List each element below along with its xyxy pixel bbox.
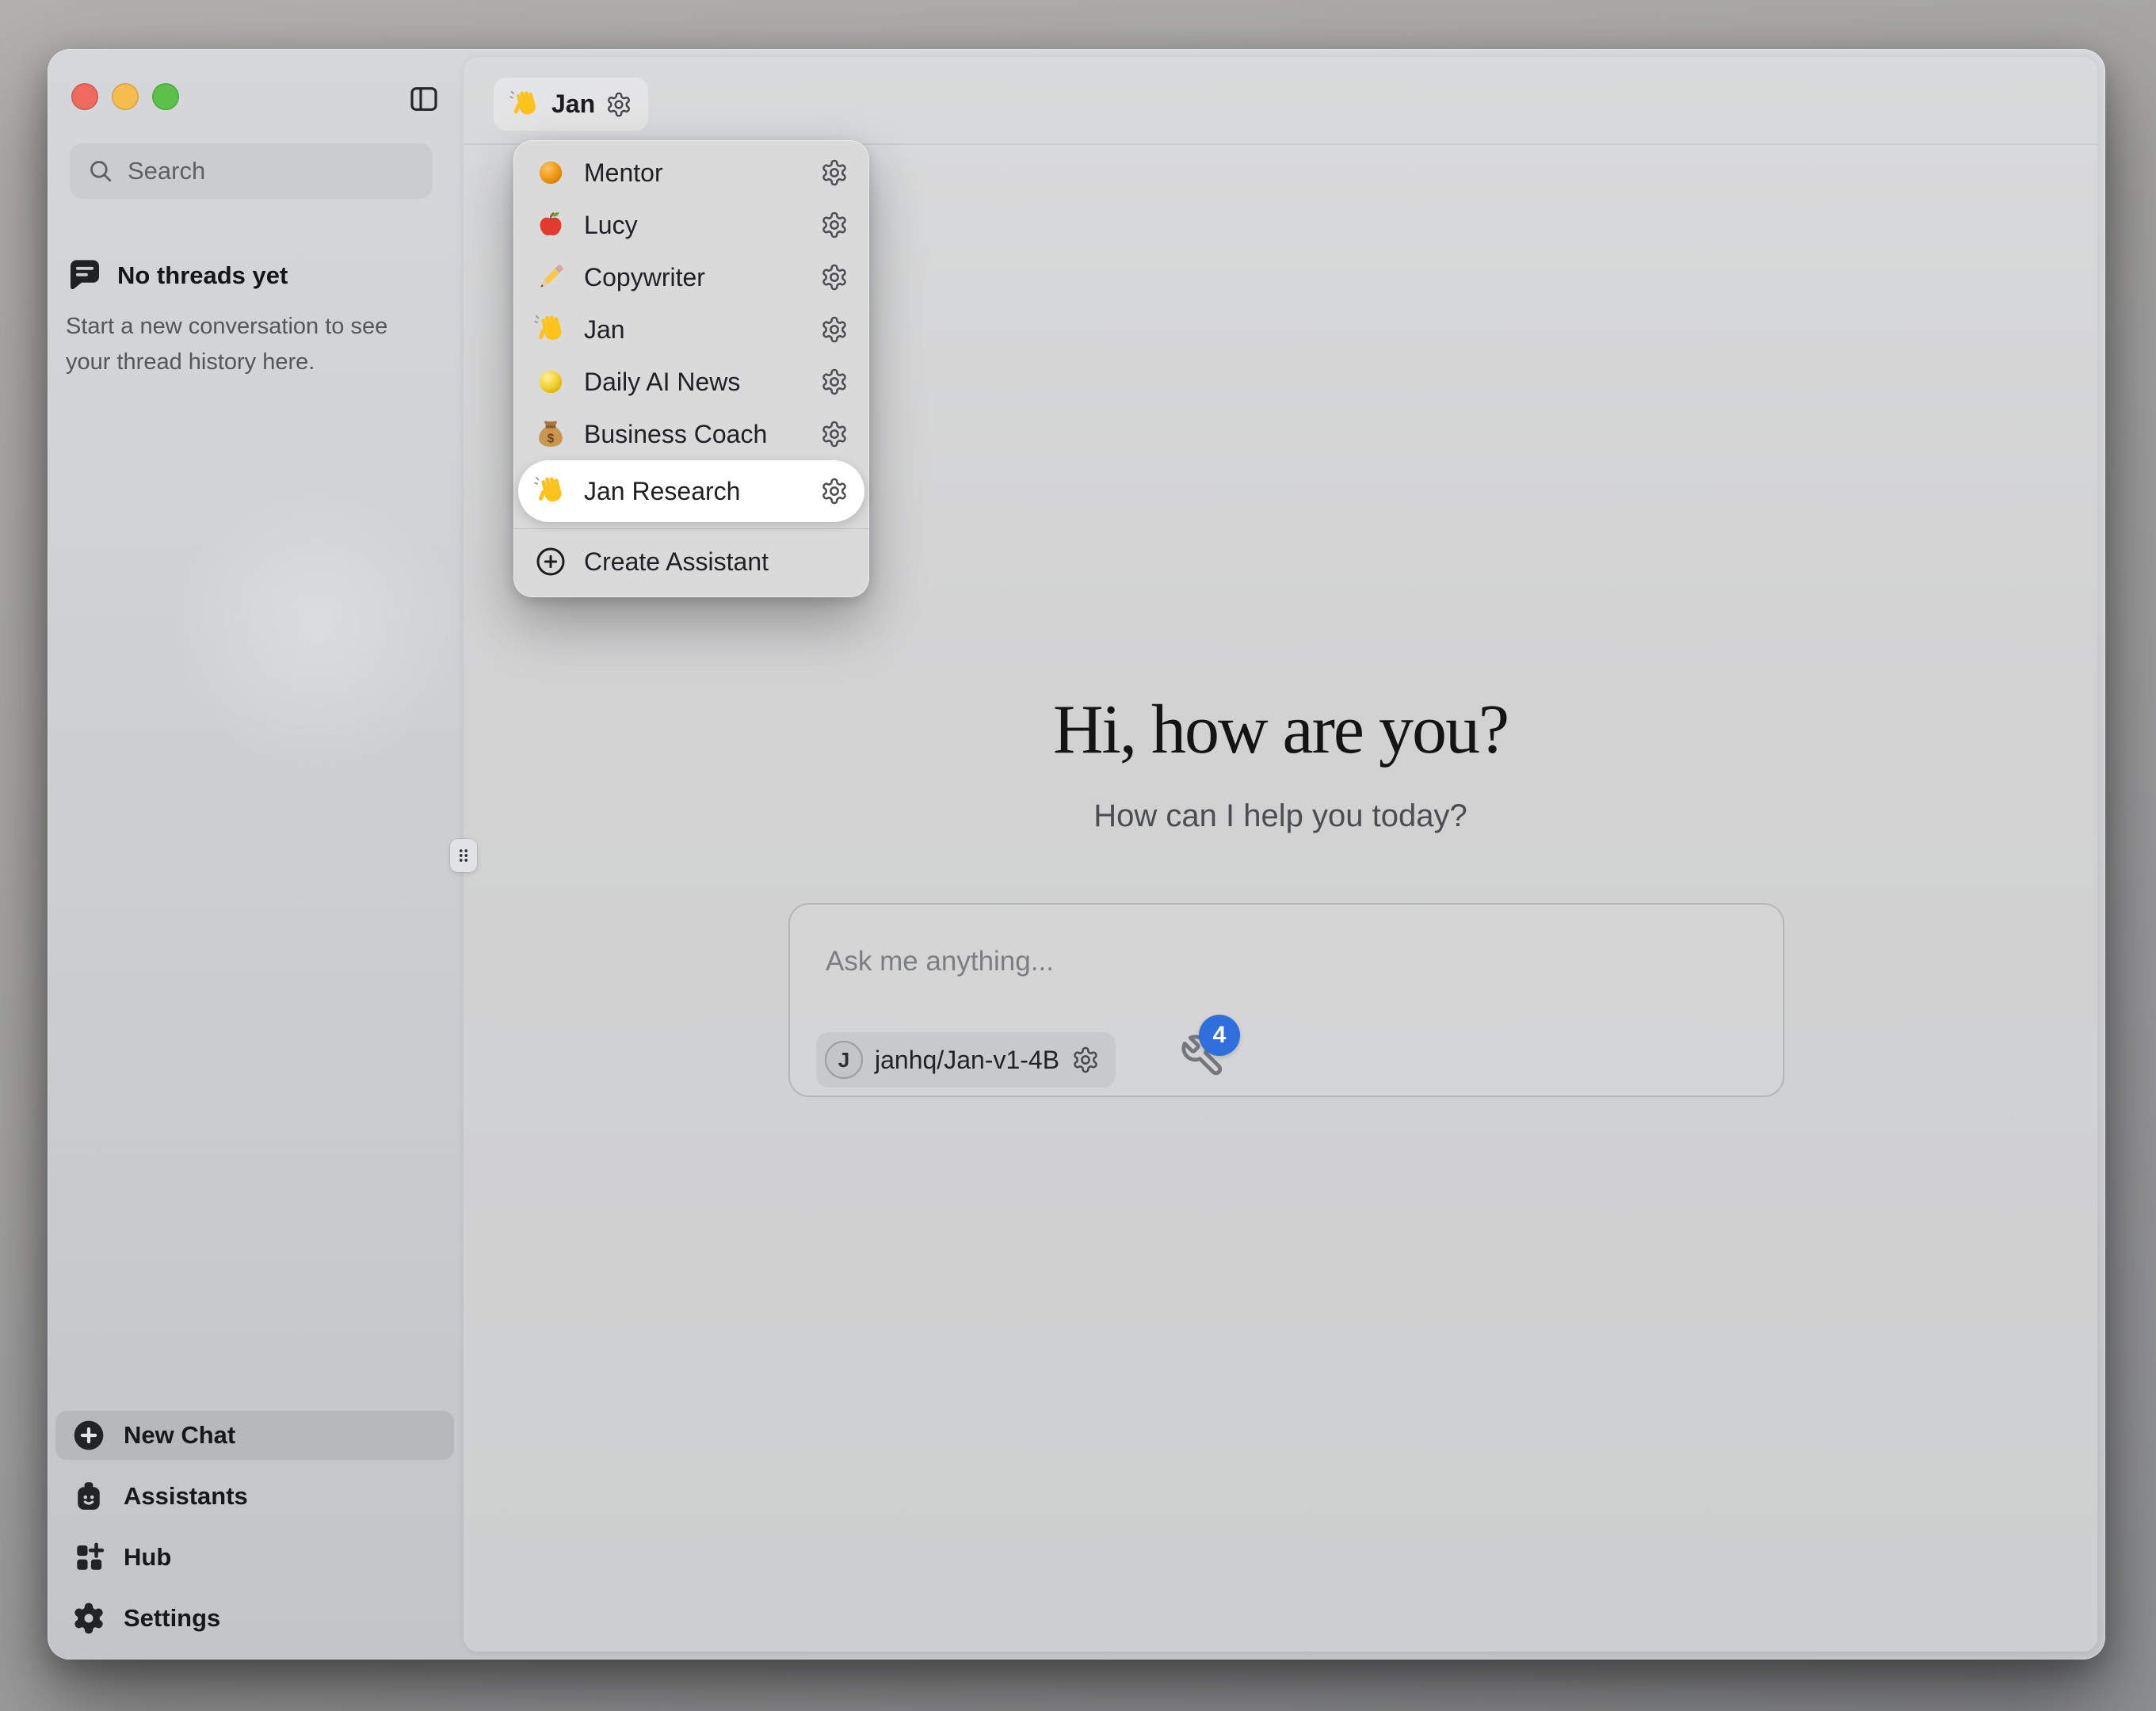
- red-apple-icon: [534, 208, 567, 242]
- pencil-icon: [534, 261, 567, 294]
- composer-placeholder: Ask me anything...: [826, 946, 1054, 977]
- gear-icon[interactable]: [820, 477, 849, 505]
- gear-icon[interactable]: [820, 263, 849, 292]
- threads-empty-state: No threads yet Start a new conversation …: [66, 257, 438, 380]
- gear-icon[interactable]: [820, 315, 849, 344]
- tools-count-badge: 4: [1199, 1015, 1240, 1056]
- assistant-selector-label: Jan: [551, 90, 595, 119]
- sidebar-item-hub[interactable]: Hub: [55, 1533, 454, 1582]
- nav-label: Settings: [124, 1604, 220, 1633]
- search-placeholder: Search: [128, 157, 205, 185]
- chat-composer-input[interactable]: Ask me anything... J janhq/Jan-v1-4B 4: [788, 903, 1784, 1097]
- gear-icon[interactable]: [820, 158, 849, 187]
- nav-label: Assistants: [124, 1482, 248, 1511]
- assistant-robot-icon: [71, 1479, 106, 1514]
- assistant-menu-item-copywriter[interactable]: Copywriter: [513, 251, 869, 303]
- gear-icon[interactable]: [820, 211, 849, 239]
- create-assistant-label: Create Assistant: [584, 547, 849, 577]
- toolbar: Jan: [464, 57, 2097, 145]
- gear-icon: [71, 1601, 106, 1636]
- sidebar-toggle-button[interactable]: [406, 81, 442, 119]
- sidebar-toggle-icon: [408, 83, 440, 115]
- search-input[interactable]: Search: [70, 143, 433, 199]
- grip-dots-icon: [453, 844, 474, 867]
- plus-circle-icon: [71, 1418, 106, 1453]
- waving-hand-icon: [534, 474, 567, 508]
- plus-circle-icon: [535, 546, 567, 577]
- yellow-circle-icon: [534, 365, 567, 398]
- create-assistant-button[interactable]: Create Assistant: [513, 535, 869, 588]
- desktop-background: Search No threads yet Start a new conver…: [0, 0, 2156, 1711]
- model-name: janhq/Jan-v1-4B: [875, 1046, 1059, 1075]
- greeting-title: Hi, how are you?: [464, 690, 2097, 770]
- gear-icon: [1071, 1046, 1100, 1074]
- assistant-label: Lucy: [584, 211, 803, 240]
- menu-divider: [513, 528, 869, 529]
- empty-state-title: No threads yet: [117, 261, 288, 290]
- assistant-menu-item-daily-ai-news[interactable]: Daily AI News: [513, 356, 869, 408]
- model-avatar: J: [825, 1041, 863, 1079]
- tools-button[interactable]: 4: [1177, 1031, 1229, 1083]
- assistant-menu-item-lucy[interactable]: Lucy: [513, 199, 869, 251]
- assistant-label: Business Coach: [584, 420, 803, 449]
- search-icon: [87, 158, 114, 185]
- nav-label: Hub: [124, 1543, 171, 1572]
- app-window: Search No threads yet Start a new conver…: [48, 49, 2105, 1660]
- assistant-label: Copywriter: [584, 263, 803, 292]
- waving-hand-icon: [534, 313, 567, 346]
- sidebar-item-assistants[interactable]: Assistants: [55, 1472, 454, 1521]
- sidebar-item-settings[interactable]: Settings: [55, 1594, 454, 1643]
- minimize-window-button[interactable]: [112, 83, 139, 110]
- sidebar-nav: New Chat Assistants Hub Settings: [55, 1411, 454, 1643]
- gear-icon: [605, 91, 632, 118]
- sidebar-item-new-chat[interactable]: New Chat: [55, 1411, 454, 1460]
- assistant-selector-button[interactable]: Jan: [494, 78, 648, 131]
- waving-hand-icon: [509, 89, 541, 120]
- assistant-menu-item-mentor[interactable]: Mentor: [513, 147, 869, 199]
- empty-state-subtitle: Start a new conversation to see your thr…: [66, 309, 429, 380]
- assistant-menu-item-business-coach[interactable]: Business Coach: [513, 408, 869, 460]
- money-bag-icon: [534, 417, 567, 451]
- model-selector-button[interactable]: J janhq/Jan-v1-4B: [816, 1032, 1116, 1088]
- orange-circle-icon: [534, 156, 567, 189]
- assistant-label: Mentor: [584, 158, 803, 188]
- window-controls: [71, 83, 179, 110]
- assistant-menu-item-jan[interactable]: Jan: [513, 303, 869, 356]
- assistant-menu-item-jan-research[interactable]: Jan Research: [518, 460, 864, 522]
- close-window-button[interactable]: [71, 83, 98, 110]
- zoom-window-button[interactable]: [152, 83, 179, 110]
- gear-icon[interactable]: [820, 420, 849, 448]
- gear-icon[interactable]: [820, 368, 849, 396]
- greeting-subtitle: How can I help you today?: [464, 798, 2097, 834]
- assistant-menu: Mentor Lucy Copywriter Jan Daily AI News: [513, 140, 869, 597]
- assistant-label: Jan: [584, 315, 803, 345]
- assistant-label: Daily AI News: [584, 368, 803, 397]
- grid-plus-icon: [71, 1540, 106, 1575]
- sidebar-watermark: [174, 481, 460, 766]
- sidebar-resize-handle[interactable]: [450, 839, 477, 872]
- nav-label: New Chat: [124, 1421, 235, 1450]
- chat-bubble-icon: [66, 257, 104, 295]
- assistant-label: Jan Research: [584, 477, 803, 506]
